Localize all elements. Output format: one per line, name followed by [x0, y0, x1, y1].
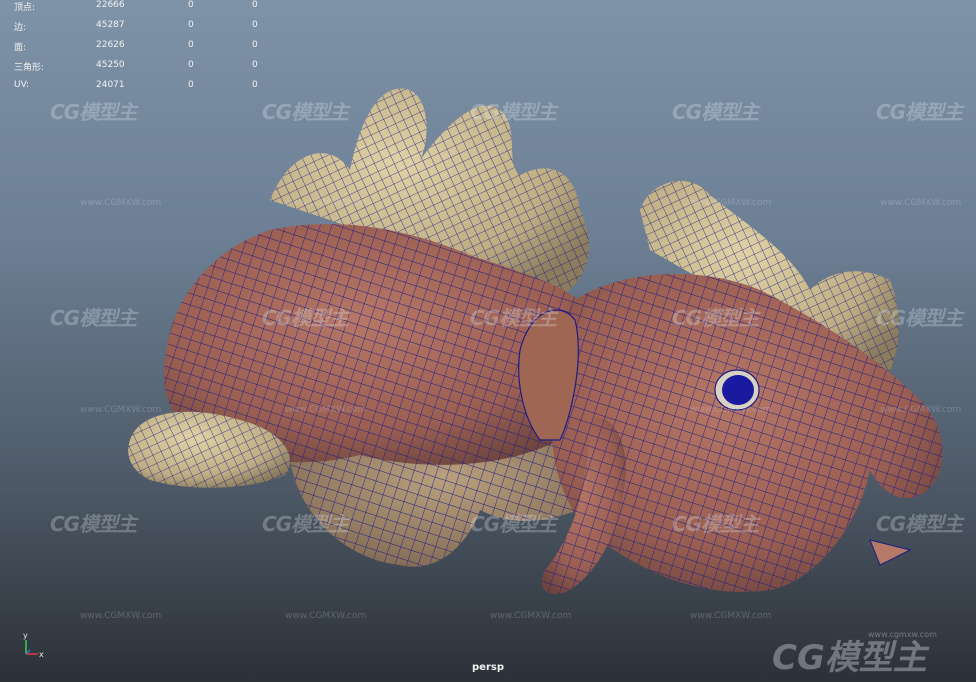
watermark-url: www.CGMXW.com [880, 198, 962, 208]
watermark-logo: CG模型主 [470, 306, 557, 330]
watermark-url: www.CGMXW.com [80, 611, 162, 621]
watermark-logo: CG模型主 [470, 512, 557, 536]
watermark-logo: CG模型主 [470, 100, 557, 124]
watermark-url: www.CGMXW.com [285, 611, 367, 621]
watermark-url: www.CGMXW.com [80, 405, 162, 415]
hud-label: 顶点: [14, 3, 36, 13]
hud-row-faces: 面: 22626 0 0 [14, 40, 274, 54]
maya-viewport[interactable]: CG模型主 CG模型主 CG模型主 CG模型主 CG模型主 www.CGMXW.… [0, 0, 976, 682]
hud-value: 24071 [96, 80, 125, 90]
watermark-logo: CG模型主 [672, 306, 759, 330]
hud-row-edges: 边: 45287 0 0 [14, 20, 274, 34]
hud-label: UV: [14, 80, 30, 90]
watermark-logo: CG模型主 [876, 306, 963, 330]
hud-row-vertices: 顶点: 22666 0 0 [14, 0, 274, 14]
eye-icon [722, 375, 754, 405]
watermark-url: www.CGMXW.com [80, 198, 162, 208]
hud-value: 45250 [96, 60, 125, 70]
watermark-logo: CG模型主 [50, 306, 137, 330]
hud-value: 0 [188, 60, 194, 70]
watermark-url: www.CGMXW.com [490, 611, 572, 621]
hud-value: 0 [188, 0, 194, 10]
hud-value: 0 [252, 80, 258, 90]
watermark-logo: CG模型主 [672, 100, 759, 124]
hud-value: 0 [188, 20, 194, 30]
watermark-logo: CG模型主 [262, 100, 349, 124]
hud-value: 0 [252, 60, 258, 70]
watermark-logo: CG模型主 [876, 512, 963, 536]
hud-value: 0 [188, 80, 194, 90]
camera-name-label: persp [472, 662, 504, 673]
watermark-url: www.CGMXW.com [690, 198, 772, 208]
hud-value: 0 [188, 40, 194, 50]
hud-value: 22666 [96, 0, 125, 10]
watermark-url: www.CGMXW.com [690, 405, 772, 415]
hud-row-uvs: UV: 24071 0 0 [14, 80, 274, 94]
axis-gizmo-icon: y x [23, 631, 44, 659]
watermark-logo: CG模型主 [50, 100, 137, 124]
hud-value: 0 [252, 20, 258, 30]
watermark-url: www.CGMXW.com [880, 405, 962, 415]
watermark-logo: CG模型主 [672, 512, 759, 536]
watermark-logo: CG模型主 [262, 306, 349, 330]
hud-label: 三角形: [14, 63, 45, 73]
axis-label-x: x [39, 650, 44, 659]
hud-value: 45287 [96, 20, 125, 30]
hud-row-triangles: 三角形: 45250 0 0 [14, 60, 274, 74]
axis-label-y: y [23, 631, 28, 640]
watermark-logo: CG模型主 [876, 100, 963, 124]
watermark-url: www.CGMXW.com [285, 405, 367, 415]
watermark-url: www.CGMXW.com [285, 198, 367, 208]
watermark-logo: CG模型主 [262, 512, 349, 536]
hud-label: 面: [14, 43, 27, 53]
hud-value: 0 [252, 0, 258, 10]
watermark-url: www.CGMXW.com [690, 611, 772, 621]
hud-value: 0 [252, 40, 258, 50]
watermark-logo: CG模型主 [50, 512, 137, 536]
hud-value: 22626 [96, 40, 125, 50]
hud-label: 边: [14, 23, 27, 33]
watermark-url-small: www.cgmxw.com [868, 630, 937, 639]
